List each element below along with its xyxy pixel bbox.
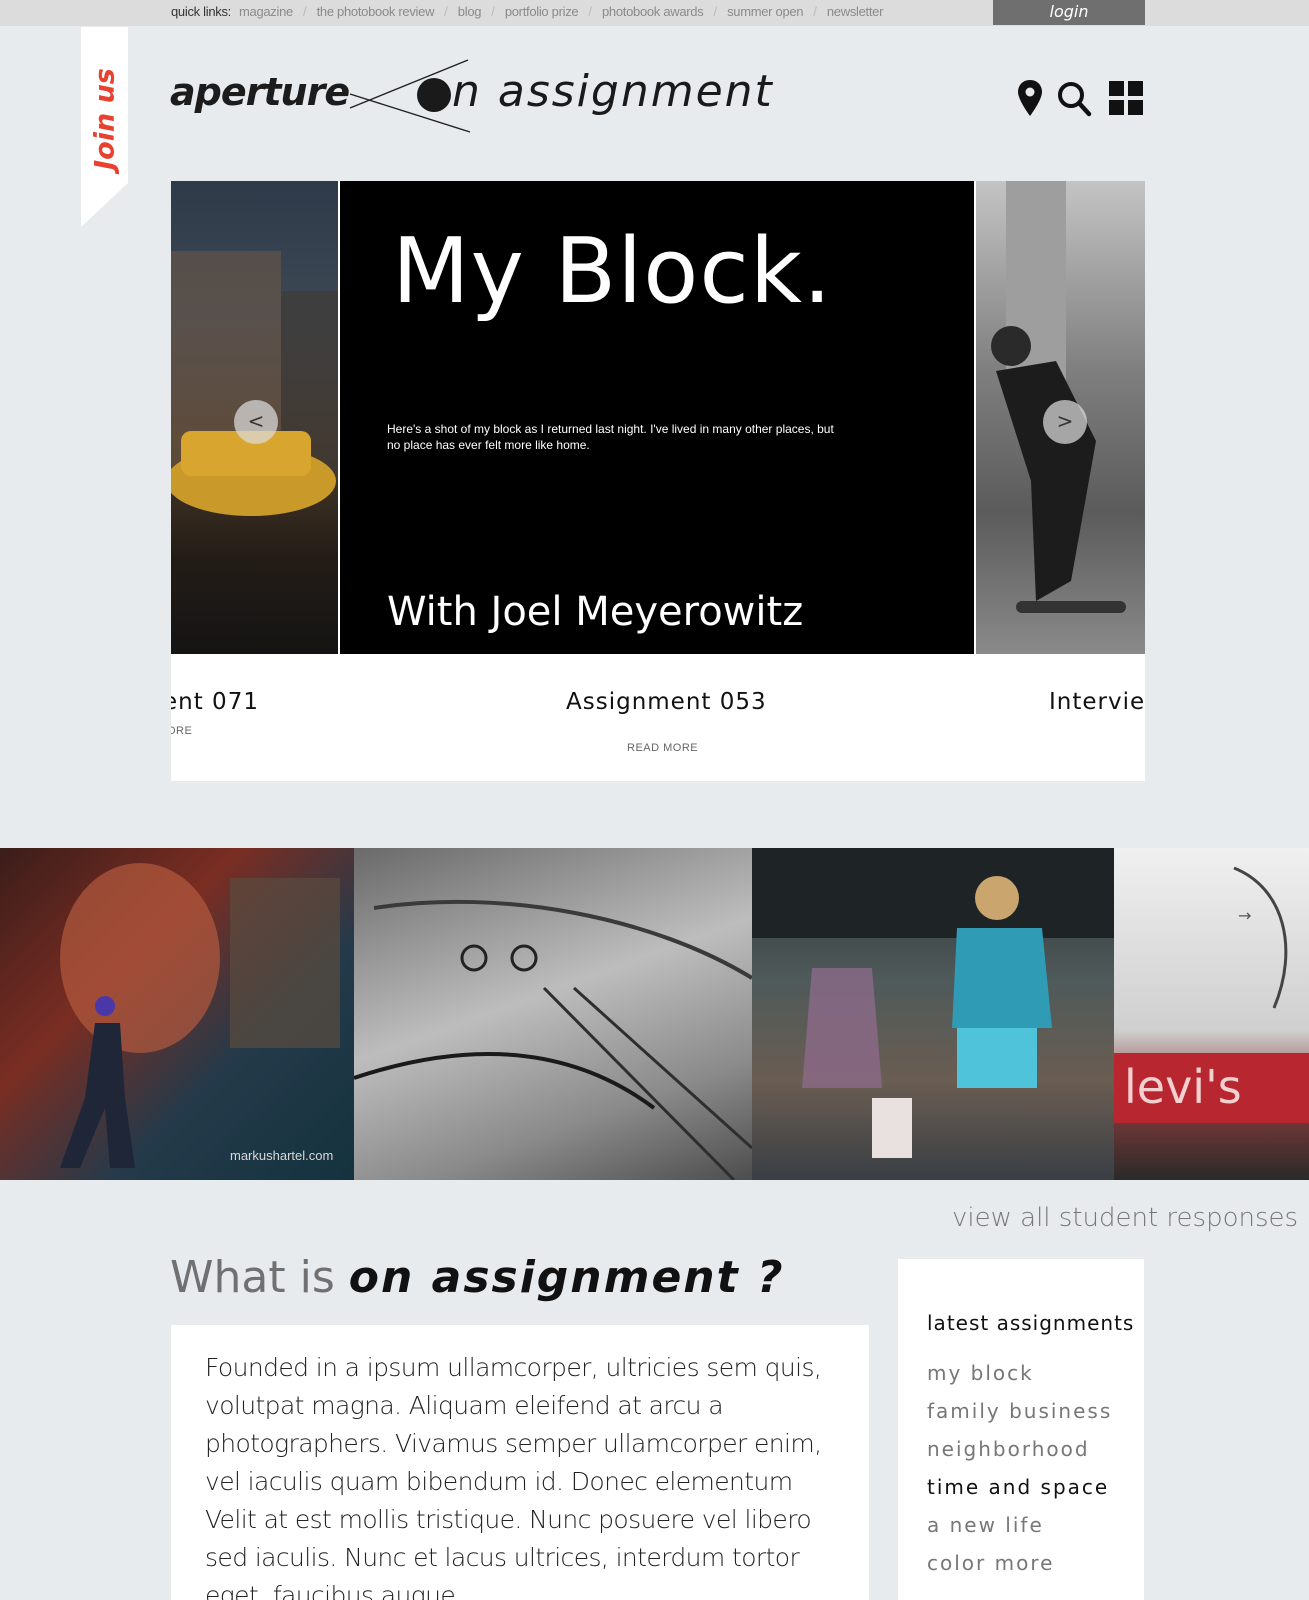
slide-description: Here's a shot of my block as I returned …: [387, 422, 834, 452]
gallery-photo-poster[interactable]: levi's →: [1114, 848, 1309, 1180]
divider: /: [491, 4, 495, 19]
assignment-link-time-and-space[interactable]: time and space: [927, 1468, 1112, 1506]
slide-current-read-more[interactable]: READ MORE: [627, 742, 698, 754]
student-photo-gallery: markushartel.com levi's →: [0, 848, 1309, 1180]
divider: /: [444, 4, 448, 19]
assignment-link-family-business[interactable]: family business: [927, 1392, 1112, 1430]
quick-link-photobook-awards[interactable]: photobook awards: [602, 4, 704, 19]
heading-emphasis: on assignment ?: [348, 1252, 785, 1303]
staircase-bicycle-photo: [354, 899, 752, 1180]
assignment-link-my-block[interactable]: my block: [927, 1354, 1112, 1392]
slide-current[interactable]: My Block. Here's a shot of my block as I…: [340, 181, 974, 654]
join-us-ribbon[interactable]: Join us: [81, 27, 128, 227]
assignment-link-a-new-life[interactable]: a new life: [927, 1506, 1112, 1544]
gallery-photo-mural[interactable]: markushartel.com: [0, 848, 354, 1180]
heading-prefix: What is: [170, 1252, 335, 1303]
quick-link-photobook-review[interactable]: the photobook review: [317, 4, 435, 19]
quick-links-bar: quick links: magazine / the photobook re…: [0, 0, 1309, 26]
levis-poster-photo: levi's: [1114, 866, 1309, 1123]
assignment-link-neighborhood[interactable]: neighborhood: [927, 1430, 1112, 1468]
assignment-link-color-more[interactable]: color more: [927, 1544, 1112, 1582]
logo-aperture[interactable]: aperture: [170, 70, 350, 114]
street-crowd-photo: [752, 848, 1114, 1158]
section-heading: What is on assignment ?: [170, 1252, 784, 1303]
latest-assignments-title: latest assignments: [927, 1311, 1135, 1335]
slide-previous-caption[interactable]: ent 071: [171, 689, 259, 715]
quick-link-portfolio-prize[interactable]: portfolio prize: [505, 4, 579, 19]
quick-link-magazine[interactable]: magazine: [239, 4, 293, 19]
slide-next-caption[interactable]: Interview: [1049, 689, 1145, 715]
location-pin-icon[interactable]: [1012, 78, 1048, 118]
gallery-photo-street-crowd[interactable]: [752, 848, 1114, 1180]
photo-watermark: markushartel.com: [230, 1148, 334, 1163]
login-button[interactable]: login: [993, 0, 1145, 25]
quick-links: quick links: magazine / the photobook re…: [171, 4, 883, 19]
assignment-carousel: My Block. Here's a shot of my block as I…: [171, 181, 1145, 781]
latest-assignments-list: my block family business neighborhood ti…: [927, 1354, 1112, 1582]
quick-links-title: quick links:: [171, 4, 231, 19]
svg-text:levi's: levi's: [1124, 1060, 1242, 1114]
quick-link-newsletter[interactable]: newsletter: [827, 4, 884, 19]
divider: /: [813, 4, 817, 19]
slide-photographer: With Joel Meyerowitz: [387, 589, 804, 635]
search-icon[interactable]: [1056, 78, 1092, 118]
mural-street-photo: [60, 863, 340, 1168]
slide-current-caption[interactable]: Assignment 053: [566, 689, 767, 715]
divider: /: [302, 4, 307, 19]
grid-menu-icon[interactable]: [1108, 78, 1144, 118]
slide-title: My Block.: [392, 219, 833, 324]
carousel-next-button[interactable]: >: [1043, 400, 1087, 444]
gallery-next-arrow-icon[interactable]: →: [1238, 906, 1251, 925]
about-text: Founded in a ipsum ullamcorper, ultricie…: [205, 1353, 822, 1600]
latest-assignments-panel: latest assignments my block family busin…: [898, 1259, 1144, 1600]
divider: /: [713, 4, 718, 19]
carousel-prev-button[interactable]: <: [234, 400, 278, 444]
logo-on-assignment[interactable]: n assignment: [452, 66, 774, 117]
gallery-photo-staircase[interactable]: [354, 848, 752, 1180]
view-all-responses-link[interactable]: view all student responses: [952, 1203, 1298, 1233]
about-panel: Founded in a ipsum ullamcorper, ultricie…: [171, 1325, 869, 1600]
quick-link-blog[interactable]: blog: [458, 4, 482, 19]
join-us-label: Join us: [89, 68, 120, 170]
divider: /: [588, 4, 592, 19]
slide-previous-read-more[interactable]: ORE: [171, 725, 192, 737]
quick-link-summer-open[interactable]: summer open: [727, 4, 803, 19]
